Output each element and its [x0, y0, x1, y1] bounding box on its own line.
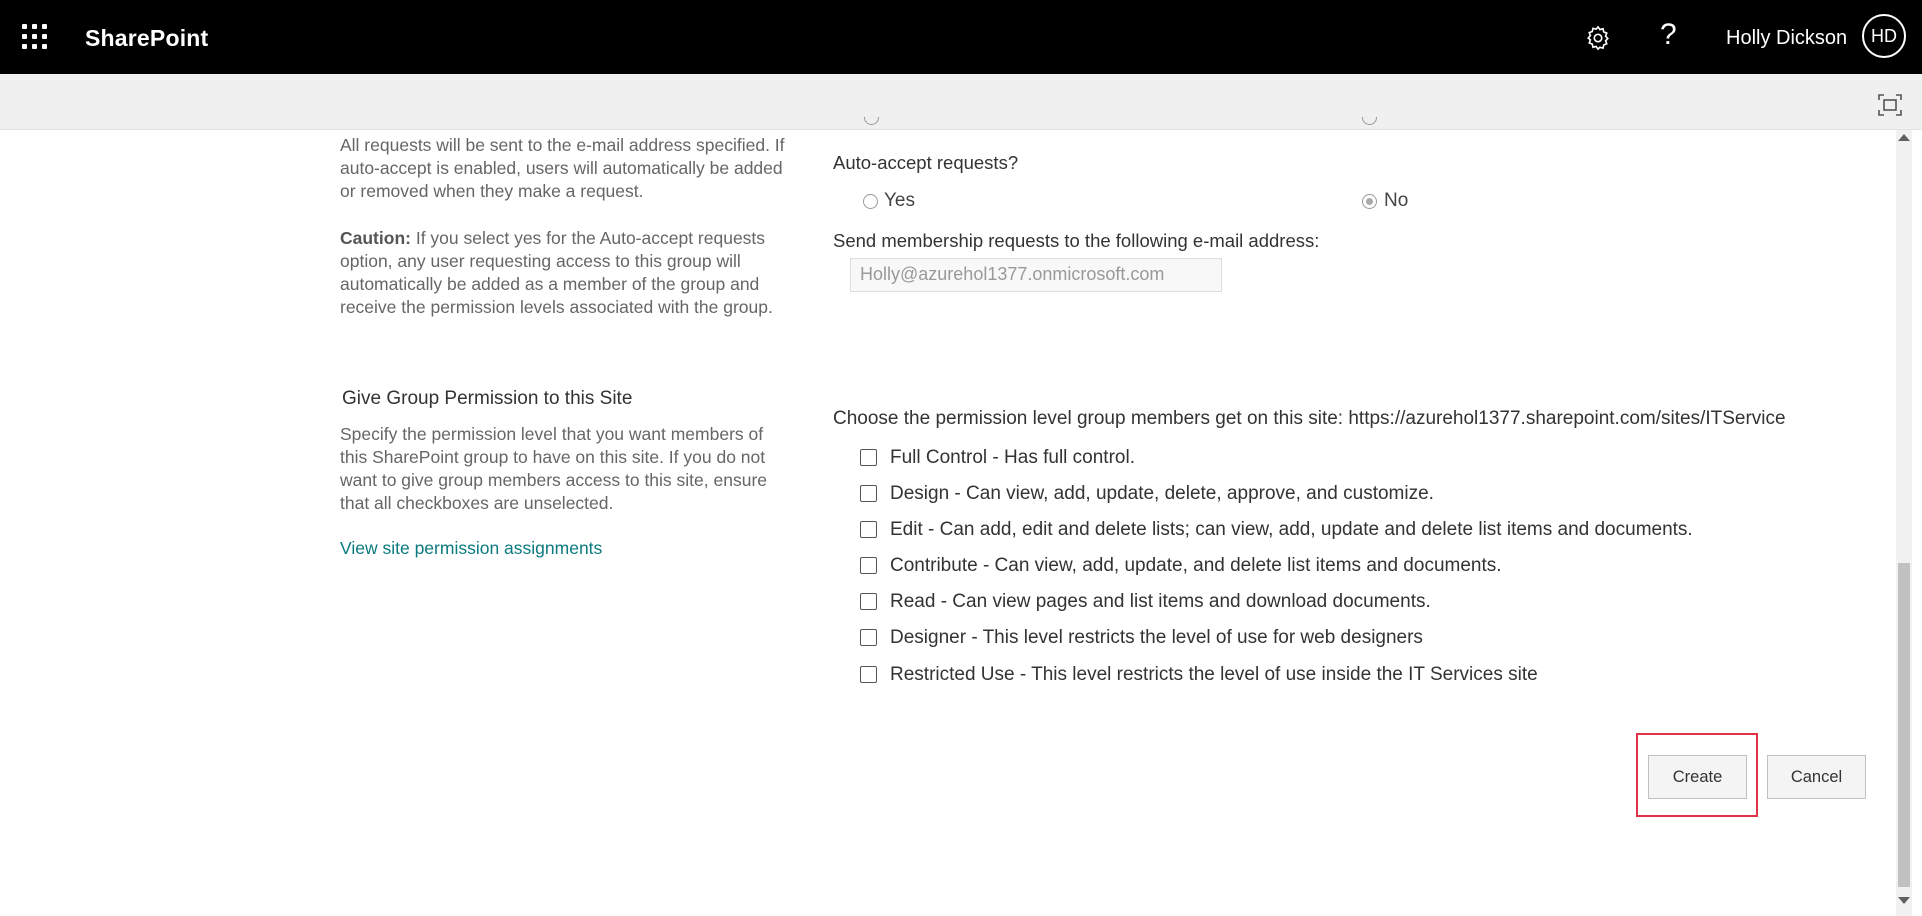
permission-option-label: Designer - This level restricts the leve…	[890, 627, 1423, 648]
edit-checkbox[interactable]	[860, 521, 877, 538]
read-checkbox[interactable]	[860, 593, 877, 610]
permission-option-label: Full Control - Has full control.	[890, 447, 1135, 468]
cut-no-radio[interactable]	[1362, 117, 1377, 125]
auto-accept-yes-radio[interactable]	[863, 194, 878, 209]
designer-checkbox[interactable]	[860, 629, 877, 646]
view-site-permissions-link[interactable]: View site permission assignments	[340, 538, 602, 559]
yes-label: Yes	[884, 190, 915, 211]
caution-text: Caution: If you select yes for the Auto-…	[340, 228, 773, 317]
permission-option-label: Contribute - Can view, add, update, and …	[890, 555, 1502, 576]
permission-option-label: Design - Can view, add, update, delete, …	[890, 483, 1434, 504]
help-icon[interactable]: ?	[1660, 18, 1677, 52]
brand-title[interactable]: SharePoint	[85, 25, 208, 52]
user-name[interactable]: Holly Dickson	[1726, 27, 1847, 50]
suite-header: SharePoint ? Holly Dickson HD	[0, 0, 1922, 74]
cut-yes-radio[interactable]	[864, 117, 879, 125]
no-label: No	[1384, 190, 1409, 211]
permission-option-label: Read - Can view pages and list items and…	[890, 591, 1431, 612]
email-label: Send membership requests to the followin…	[833, 230, 1320, 251]
membership-description: All requests will be sent to the e-mail …	[340, 135, 785, 201]
design-checkbox[interactable]	[860, 485, 877, 502]
focus-mode-icon[interactable]	[1878, 94, 1902, 116]
contribute-checkbox[interactable]	[860, 557, 877, 574]
avatar[interactable]: HD	[1862, 14, 1906, 58]
restricted-use-checkbox[interactable]	[860, 666, 877, 683]
permission-section-title: Give Group Permission to this Site	[342, 388, 633, 409]
permission-description: Specify the permission level that you wa…	[340, 424, 768, 513]
command-bar	[0, 74, 1922, 130]
highlight-box	[1636, 733, 1758, 817]
auto-accept-no-radio[interactable]	[1362, 194, 1377, 209]
membership-email-input[interactable]: Holly@azurehol1377.onmicrosoft.com	[850, 258, 1222, 292]
full-control-checkbox[interactable]	[860, 449, 877, 466]
permission-level-header: Choose the permission level group member…	[833, 408, 1786, 429]
scroll-up-arrow-icon[interactable]	[1898, 134, 1910, 141]
scroll-thumb[interactable]	[1898, 563, 1910, 887]
cancel-button[interactable]: Cancel	[1767, 755, 1866, 799]
settings-gear-icon[interactable]	[1584, 24, 1612, 52]
permission-option-label: Restricted Use - This level restricts th…	[890, 664, 1538, 685]
auto-accept-label: Auto-accept requests?	[833, 152, 1019, 173]
scroll-down-arrow-icon[interactable]	[1898, 897, 1910, 904]
app-launcher-icon[interactable]	[22, 24, 48, 50]
permission-option-label: Edit - Can add, edit and delete lists; c…	[890, 519, 1693, 540]
